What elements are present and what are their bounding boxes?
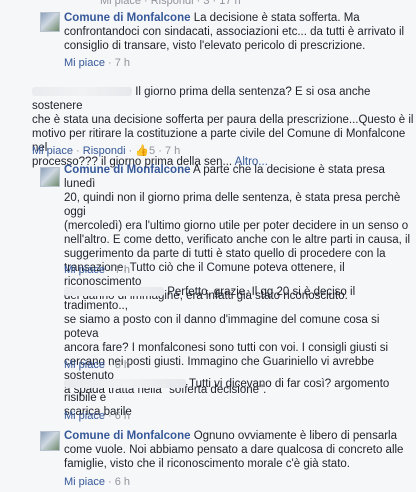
author-link[interactable]: Comune di Monfalcone bbox=[64, 430, 191, 442]
comment-meta: Mi piace · 6 h bbox=[64, 359, 131, 371]
comment-line: ancora fare? I monfalconesi sono tutti c… bbox=[64, 342, 389, 354]
timestamp[interactable]: 7 h bbox=[165, 145, 180, 157]
comment-line: come vuole. Noi abbiamo pensato a dare q… bbox=[64, 444, 404, 456]
comment-line: se siamo a posto con il danno d'immagine… bbox=[64, 314, 380, 340]
comment-body: Comune di Monfalcone A parte che la deci… bbox=[64, 163, 416, 303]
like-link[interactable]: Mi piace bbox=[64, 410, 105, 422]
comment-line: nell'altro. E come detto, verificato anc… bbox=[64, 234, 411, 246]
comment-meta: Mi piace · 7 h bbox=[64, 264, 131, 276]
like-link[interactable]: Mi piace bbox=[64, 359, 105, 371]
like-count[interactable]: 5 bbox=[149, 145, 155, 157]
author-link[interactable]: Comune di Monfalcone bbox=[64, 164, 191, 176]
comment-meta: Mi piace · 6 h bbox=[64, 476, 131, 488]
top-meta: Mi piace · Rispondi · 3 · 17 h bbox=[100, 0, 241, 7]
redacted-author bbox=[64, 287, 164, 297]
comment-meta: Mi piace · 7 h bbox=[64, 57, 131, 69]
timestamp[interactable]: 6 h bbox=[115, 410, 130, 422]
timestamp[interactable]: 6 h bbox=[115, 476, 130, 488]
reply-link[interactable]: Rispondi bbox=[83, 145, 126, 157]
redacted-author bbox=[64, 379, 186, 389]
comment-body: Comune di Monfalcone Ognuno ovviamente è… bbox=[64, 429, 403, 471]
comment-line: famiglie, visto che il riconoscimento mo… bbox=[64, 458, 350, 470]
comment-line: Ognuno ovviamente è libero di pensarla bbox=[190, 430, 397, 442]
timestamp[interactable]: 6 h bbox=[115, 359, 130, 371]
comment-line: consiglio di transare, visto l'elevato p… bbox=[64, 40, 366, 52]
author-link[interactable]: Comune di Monfalcone bbox=[64, 12, 191, 24]
like-count-icon[interactable]: 👍 bbox=[135, 145, 149, 157]
comment-line: suggerimento da parte di tutti è stato q… bbox=[64, 248, 386, 260]
avatar[interactable] bbox=[40, 431, 60, 451]
avatar[interactable] bbox=[40, 167, 60, 187]
timestamp[interactable]: 7 h bbox=[115, 264, 130, 276]
like-link[interactable]: Mi piace bbox=[64, 57, 105, 69]
timestamp[interactable]: 7 h bbox=[115, 57, 130, 69]
like-link[interactable]: Mi piace bbox=[32, 145, 73, 157]
avatar[interactable] bbox=[40, 377, 58, 395]
comment-meta: Mi piace · 6 h bbox=[64, 410, 131, 422]
comment-line: confrontandoci con sindacati, associazio… bbox=[64, 26, 405, 38]
like-link[interactable]: Mi piace bbox=[64, 476, 105, 488]
avatar[interactable] bbox=[40, 285, 58, 303]
avatar[interactable] bbox=[12, 85, 30, 103]
comment-body: Comune di Monfalcone La decisione è stat… bbox=[64, 11, 404, 53]
redacted-author bbox=[32, 87, 132, 97]
comment-line: 20, quindi non il giorno prima delle sen… bbox=[64, 192, 401, 218]
comment-line: (mercoledì) era l'ultimo giorno utile pe… bbox=[64, 220, 409, 232]
avatar[interactable] bbox=[40, 12, 60, 32]
comment-line: che è stata una decisione sofferta per p… bbox=[32, 114, 414, 126]
like-link[interactable]: Mi piace bbox=[64, 264, 105, 276]
comment-line: La decisione è stata sofferta. Ma bbox=[190, 12, 360, 24]
comment-meta: Mi piace · Rispondi · 👍5 · 7 h bbox=[32, 145, 181, 157]
